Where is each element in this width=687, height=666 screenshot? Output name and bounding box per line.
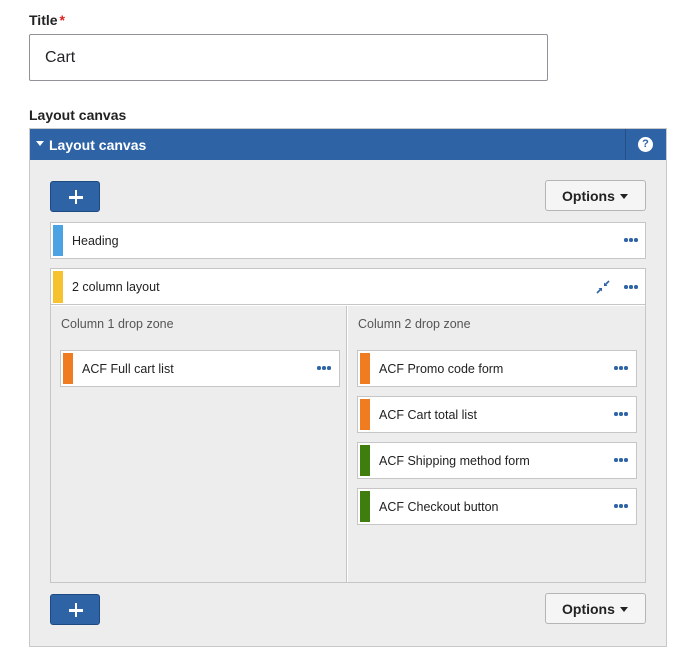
component-acf-full-cart-list[interactable]: ACF Full cart list [60, 350, 340, 387]
component-color-bar [53, 225, 63, 256]
more-options-icon[interactable] [317, 365, 331, 371]
component-label: 2 column layout [72, 280, 160, 294]
column-1-drop-zone[interactable]: Column 1 drop zone ACF Full cart list [51, 306, 347, 582]
component-color-bar [53, 271, 63, 303]
component-two-column-layout[interactable]: 2 column layout Column 1 drop zone ACF F… [50, 268, 646, 583]
caret-down-icon[interactable] [36, 141, 44, 146]
component-label: ACF Promo code form [379, 362, 504, 376]
caret-down-icon [620, 194, 628, 199]
component-label: Heading [72, 234, 119, 248]
options-button-bottom[interactable]: Options [545, 593, 646, 624]
more-options-icon[interactable] [614, 457, 628, 463]
options-label: Options [562, 601, 615, 617]
component-acf-promo-code-form[interactable]: ACF Promo code form [357, 350, 637, 387]
add-component-button-top[interactable] [50, 181, 100, 212]
component-label: ACF Checkout button [379, 500, 499, 514]
component-acf-cart-total-list[interactable]: ACF Cart total list [357, 396, 637, 433]
layout-header[interactable]: 2 column layout [51, 269, 645, 305]
drop-zone-label: Column 2 drop zone [358, 317, 471, 331]
component-acf-shipping-method-form[interactable]: ACF Shipping method form [357, 442, 637, 479]
more-options-icon[interactable] [614, 365, 628, 371]
component-color-bar [63, 353, 73, 384]
caret-down-icon [620, 607, 628, 612]
layout-canvas-field-label: Layout canvas [29, 107, 127, 123]
add-component-button-bottom[interactable] [50, 594, 100, 625]
more-options-icon[interactable] [614, 411, 628, 417]
options-button-top[interactable]: Options [545, 180, 646, 211]
column-2-drop-zone[interactable]: Column 2 drop zone ACF Promo code form A… [348, 306, 645, 582]
component-color-bar [360, 445, 370, 476]
options-label: Options [562, 188, 615, 204]
drop-zone-label: Column 1 drop zone [61, 317, 174, 331]
component-heading[interactable]: Heading [50, 222, 646, 259]
more-options-icon[interactable] [624, 284, 638, 290]
component-label: ACF Cart total list [379, 408, 477, 422]
more-options-icon[interactable] [614, 503, 628, 509]
layout-canvas-panel-header[interactable]: Layout canvas ? [30, 129, 666, 160]
component-color-bar [360, 491, 370, 522]
component-acf-checkout-button[interactable]: ACF Checkout button [357, 488, 637, 525]
required-marker: * [59, 12, 65, 28]
component-label: ACF Shipping method form [379, 454, 530, 468]
title-label-text: Title [29, 12, 58, 28]
header-divider [625, 129, 626, 160]
more-options-icon[interactable] [624, 237, 638, 243]
collapse-arrows-icon[interactable] [596, 280, 610, 294]
panel-title: Layout canvas [49, 137, 147, 153]
layout-canvas-panel: Layout canvas ? Options Heading 2 column… [29, 128, 667, 647]
component-label: ACF Full cart list [82, 362, 174, 376]
question-circle-icon[interactable]: ? [638, 137, 653, 152]
title-field-label: Title * [29, 12, 65, 28]
title-input[interactable] [29, 34, 548, 81]
component-color-bar [360, 353, 370, 384]
component-color-bar [360, 399, 370, 430]
